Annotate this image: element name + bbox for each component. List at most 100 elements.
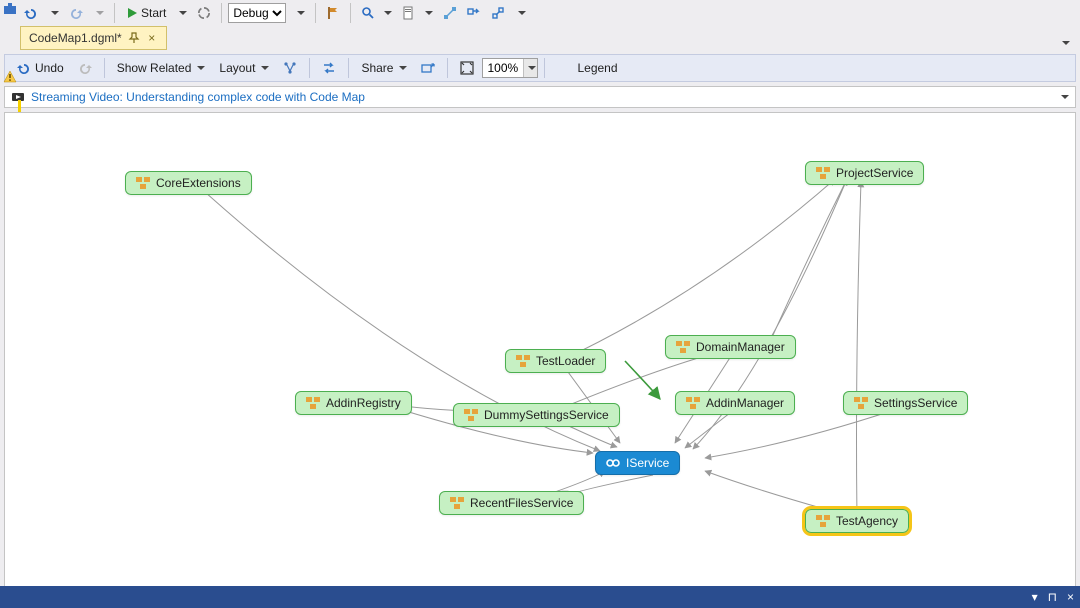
show-related-button[interactable]: Show Related	[111, 58, 212, 78]
graph-canvas[interactable]: CoreExtensions ProjectService TestLoader…	[4, 112, 1076, 587]
class-icon	[516, 355, 530, 367]
layout-label: Layout	[219, 61, 255, 75]
search-icon	[361, 6, 375, 20]
tab-overflow-dropdown[interactable]	[1059, 36, 1080, 50]
banner-dropdown[interactable]	[1058, 90, 1069, 104]
redo-global-button[interactable]	[65, 4, 87, 22]
flag-icon	[326, 6, 340, 20]
refresh-layout-button[interactable]	[316, 58, 342, 78]
layout-dag-button[interactable]	[277, 58, 303, 78]
node-label: RecentFilesService	[470, 496, 573, 510]
class-icon	[816, 515, 830, 527]
config-select[interactable]: Debug	[228, 3, 286, 23]
find-in-files-button[interactable]	[322, 4, 344, 22]
toolbar-separator	[348, 58, 349, 78]
redo-global-dropdown[interactable]	[89, 7, 108, 19]
banner-text: Streaming Video: Understanding complex c…	[31, 90, 365, 104]
toolbar-separator	[350, 3, 351, 23]
fit-window-button[interactable]	[454, 58, 480, 78]
node-label: DomainManager	[696, 340, 785, 354]
status-pin-icon[interactable]: ⊓	[1048, 590, 1057, 604]
toolbar-separator	[114, 3, 115, 23]
export-image-button[interactable]	[415, 58, 441, 78]
class-icon	[686, 397, 700, 409]
class-icon	[464, 409, 478, 421]
undo-icon	[17, 61, 31, 75]
search-dropdown[interactable]	[381, 7, 396, 19]
node-domainmanager[interactable]: DomainManager	[665, 335, 796, 359]
share-button[interactable]: Share	[355, 58, 413, 78]
node-coreextensions[interactable]: CoreExtensions	[125, 171, 252, 195]
zoom-box[interactable]	[482, 58, 538, 78]
toolbar-separator	[544, 58, 545, 78]
class-icon	[306, 397, 320, 409]
toolbar-separator	[447, 58, 448, 78]
legend-button[interactable]: Legend	[567, 58, 627, 78]
node-label: SettingsService	[874, 396, 957, 410]
zoom-dropdown[interactable]	[523, 59, 537, 77]
doc-tab-codemap[interactable]: CodeMap1.dgml* ×	[20, 26, 167, 50]
codemap-toolbar: Undo Show Related Layout Share Legend	[4, 54, 1076, 82]
redo-icon	[78, 61, 92, 75]
undo-global-dropdown[interactable]	[44, 7, 63, 19]
export-icon	[421, 61, 435, 75]
step-over-button[interactable]	[487, 4, 509, 22]
video-banner[interactable]: Streaming Video: Understanding complex c…	[4, 86, 1076, 108]
node-projectservice[interactable]: ProjectService	[805, 161, 924, 185]
doc-tab-label: CodeMap1.dgml*	[29, 31, 122, 45]
build-button[interactable]	[193, 4, 215, 22]
show-related-label: Show Related	[117, 61, 192, 75]
toolbar-separator	[315, 3, 316, 23]
codemap-gen-button[interactable]	[439, 4, 461, 22]
step-over-icon	[491, 6, 505, 20]
search-button[interactable]	[357, 4, 379, 22]
fit-icon	[460, 61, 474, 75]
step-icon	[467, 6, 481, 20]
swap-icon	[322, 61, 336, 75]
redo-icon	[69, 6, 83, 20]
graph-icon	[443, 6, 457, 20]
node-testloader[interactable]: TestLoader	[505, 349, 606, 373]
start-button[interactable]: Start	[121, 4, 170, 22]
toolbar-overflow-2[interactable]	[511, 7, 530, 19]
node-testagency[interactable]: TestAgency	[805, 509, 909, 533]
layout-button[interactable]: Layout	[213, 58, 275, 78]
start-label: Start	[141, 6, 166, 20]
node-label: CoreExtensions	[156, 176, 241, 190]
undo-button[interactable]: Undo	[11, 58, 70, 78]
undo-label: Undo	[35, 61, 64, 75]
undo-icon	[24, 6, 38, 20]
node-label: AddinManager	[706, 396, 784, 410]
toolbar-overflow[interactable]	[290, 7, 309, 19]
recycle-icon	[197, 6, 211, 20]
status-close-icon[interactable]: ×	[1067, 590, 1074, 604]
pin-icon[interactable]	[128, 32, 140, 44]
step-into-button[interactable]	[463, 4, 485, 22]
redo-button[interactable]	[72, 58, 98, 78]
node-addinregistry[interactable]: AddinRegistry	[295, 391, 412, 415]
new-item-dropdown[interactable]	[422, 7, 437, 19]
interface-icon	[606, 456, 620, 470]
play-icon	[125, 6, 139, 20]
node-dummysettings[interactable]: DummySettingsService	[453, 403, 620, 427]
class-icon	[450, 497, 464, 509]
node-recentfiles[interactable]: RecentFilesService	[439, 491, 584, 515]
zoom-input[interactable]	[483, 61, 523, 75]
main-toolbar: Start Debug	[0, 0, 1080, 26]
node-label: ProjectService	[836, 166, 913, 180]
class-icon	[136, 177, 150, 189]
node-addinmanager[interactable]: AddinManager	[675, 391, 795, 415]
node-iservice[interactable]: IService	[595, 451, 680, 475]
new-item-button[interactable]	[398, 4, 420, 22]
status-dropdown[interactable]: ▾	[1032, 590, 1038, 604]
node-label: IService	[626, 456, 669, 470]
share-label: Share	[361, 61, 393, 75]
undo-global-button[interactable]	[20, 4, 42, 22]
start-dropdown[interactable]	[172, 7, 191, 19]
close-icon[interactable]: ×	[146, 32, 158, 44]
page-icon	[402, 6, 416, 20]
node-label: AddinRegistry	[326, 396, 401, 410]
node-settingsservice[interactable]: SettingsService	[843, 391, 968, 415]
class-icon	[676, 341, 690, 353]
toolbar-separator	[221, 3, 222, 23]
